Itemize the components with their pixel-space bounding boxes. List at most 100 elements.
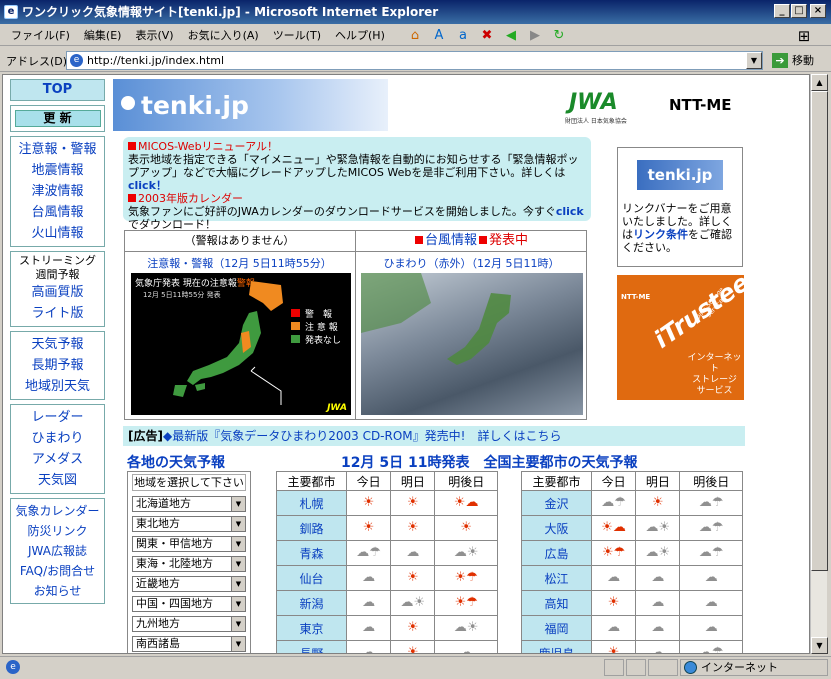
stop-icon[interactable]: ✖ [478,28,496,44]
site-logo[interactable]: tenki.jp [141,91,249,120]
nav-jwa-magazine[interactable]: JWA広報誌 [11,541,104,561]
forecast-cell[interactable]: ☀☂ [434,565,498,591]
forecast-cell[interactable]: ☁☂ [345,540,392,566]
forecast-cell[interactable]: ☁☀ [434,615,498,641]
city-link[interactable]: 松江 [521,565,592,591]
font-size-icon[interactable]: A [430,28,448,44]
forecast-cell[interactable]: ☁☂ [679,515,743,541]
nav-notices[interactable]: お知らせ [11,581,104,601]
forecast-cell[interactable]: ☁ [635,590,681,616]
region-select[interactable]: 中国・四国地方 ▼ [132,596,246,612]
city-link[interactable]: 仙台 [276,565,347,591]
city-link[interactable]: 釧路 [276,515,347,541]
forecast-cell[interactable]: ☀ [345,515,392,541]
ad-text[interactable]: ◆最新版『気象データひまわり2003 CD-ROM』発売中! 詳しくはこちら [163,429,561,443]
dropdown-arrow-icon[interactable]: ▼ [231,577,245,591]
close-button[interactable]: × [810,4,826,18]
warning-map[interactable]: 気象庁発表 現在の注意報警報 12月 5日11時55分 発表 警 報 注 意 報… [131,273,351,415]
nav-forecast[interactable]: 天気予報 [11,334,104,355]
forecast-cell[interactable]: ☀☁ [590,515,637,541]
city-link[interactable]: 広島 [521,540,592,566]
region-select[interactable]: 北海道地方 ▼ [132,496,246,512]
forecast-cell[interactable]: ☁☂ [679,540,743,566]
nav-regional[interactable]: 地域別天気 [11,376,104,397]
region-select[interactable]: 九州地方 ▼ [132,616,246,632]
nav-typhoon[interactable]: 台風情報 [11,202,104,223]
city-link[interactable]: 高知 [521,590,592,616]
forecast-cell[interactable]: ☁☀ [434,540,498,566]
forecast-cell[interactable]: ☀☁ [434,490,498,516]
forecast-cell[interactable]: ☁ [679,615,743,641]
forecast-cell[interactable]: ☁ [679,565,743,591]
forecast-cell[interactable]: ☀ [434,515,498,541]
news-headline-2[interactable]: 2003年版カレンダー [128,192,586,205]
scroll-thumb[interactable] [811,91,828,571]
forecast-cell[interactable]: ☀ [635,490,681,516]
nav-amedas[interactable]: アメダス [11,449,104,470]
jwa-logo[interactable]: JWA [569,90,618,115]
forecast-cell[interactable]: ☀ [590,590,637,616]
news-click-link-2[interactable]: click [556,205,584,218]
menu-edit[interactable]: 編集(E) [77,27,129,43]
city-link[interactable]: 新潟 [276,590,347,616]
forecast-cell[interactable]: ☀ [390,640,436,653]
nav-earthquake[interactable]: 地震情報 [11,160,104,181]
dropdown-arrow-icon[interactable]: ▼ [231,617,245,631]
address-input[interactable]: e http://tenki.jp/index.html [66,51,763,70]
forecast-cell[interactable]: ☁☂ [590,490,637,516]
forecast-cell[interactable]: ☁ [635,615,681,641]
itrustee-banner[interactable]: NTT-ME iTrustee Data Storage Service インタ… [617,268,754,400]
scroll-up-icon[interactable]: ▲ [811,74,828,91]
news-headline-1[interactable]: MICOS-Webリニューアル！ [128,140,586,153]
nav-radar[interactable]: レーダー [11,407,104,428]
nav-high-quality[interactable]: 高画質版 [11,282,104,303]
ntt-me-logo[interactable]: NTT-ME [669,96,732,114]
maximize-button[interactable]: □ [791,4,807,18]
menu-favorites[interactable]: お気に入り(A) [181,27,266,43]
menu-file[interactable]: ファイル(F) [4,27,77,43]
nav-lite[interactable]: ライト版 [11,303,104,324]
ad-strip[interactable]: [広告]◆最新版『気象データひまわり2003 CD-ROM』発売中! 詳しくはこ… [123,426,745,446]
region-select[interactable]: 関東・甲信地方 ▼ [132,536,246,552]
encoding-icon[interactable]: a [454,28,472,44]
scroll-down-icon[interactable]: ▼ [811,637,828,654]
warning-caption[interactable]: 注意報・警報（12月 5日11時55分） [124,255,355,271]
dropdown-arrow-icon[interactable]: ▼ [231,597,245,611]
forecast-cell[interactable]: ☁☀ [635,515,681,541]
dropdown-arrow-icon[interactable]: ▼ [231,537,245,551]
satellite-caption[interactable]: ひまわり（赤外）（12月 5日11時） [356,255,587,271]
forecast-cell[interactable]: ☀ [390,490,436,516]
forecast-cell[interactable]: ☁ [390,540,436,566]
dropdown-arrow-icon[interactable]: ▼ [231,557,245,571]
nav-faq[interactable]: FAQ/お問合せ [11,561,104,581]
menu-view[interactable]: 表示(V) [128,27,180,43]
forecast-cell[interactable]: ☁ [635,565,681,591]
city-link[interactable]: 札幌 [276,490,347,516]
forecast-cell[interactable]: ☀ [345,490,392,516]
city-link[interactable]: 金沢 [521,490,592,516]
forecast-cell[interactable]: ☁☂ [679,490,743,516]
back-icon[interactable]: ◀ [502,28,520,44]
city-link[interactable]: 長野 [276,640,347,653]
typhoon-header[interactable]: 台風情報 発表中 [356,230,587,252]
city-link[interactable]: 青森 [276,540,347,566]
forecast-cell[interactable]: ☁ [635,640,681,653]
region-select[interactable]: 東海・北陸地方 ▼ [132,556,246,572]
menu-tools[interactable]: ツール(T) [266,27,328,43]
forecast-cell[interactable]: ☁☀ [390,590,436,616]
nav-warnings[interactable]: 注意報・警報 [11,139,104,160]
link-banner-logo[interactable]: tenki.jp [637,160,723,190]
update-button[interactable]: 更 新 [14,110,101,127]
region-select[interactable]: 近畿地方 ▼ [132,576,246,592]
forecast-cell[interactable]: ☁ [434,640,498,653]
forecast-cell[interactable]: ☀ [590,640,637,653]
city-link[interactable]: 鹿児島 [521,640,592,653]
refresh-icon[interactable]: ↻ [550,28,568,44]
minimize-button[interactable]: _ [774,4,790,18]
region-select[interactable]: 東北地方 ▼ [132,516,246,532]
forecast-cell[interactable]: ☁ [679,590,743,616]
menu-help[interactable]: ヘルプ(H) [328,27,392,43]
forecast-cell[interactable]: ☁ [345,615,392,641]
city-link[interactable]: 東京 [276,615,347,641]
go-button[interactable]: ➔ 移動 [770,51,828,70]
